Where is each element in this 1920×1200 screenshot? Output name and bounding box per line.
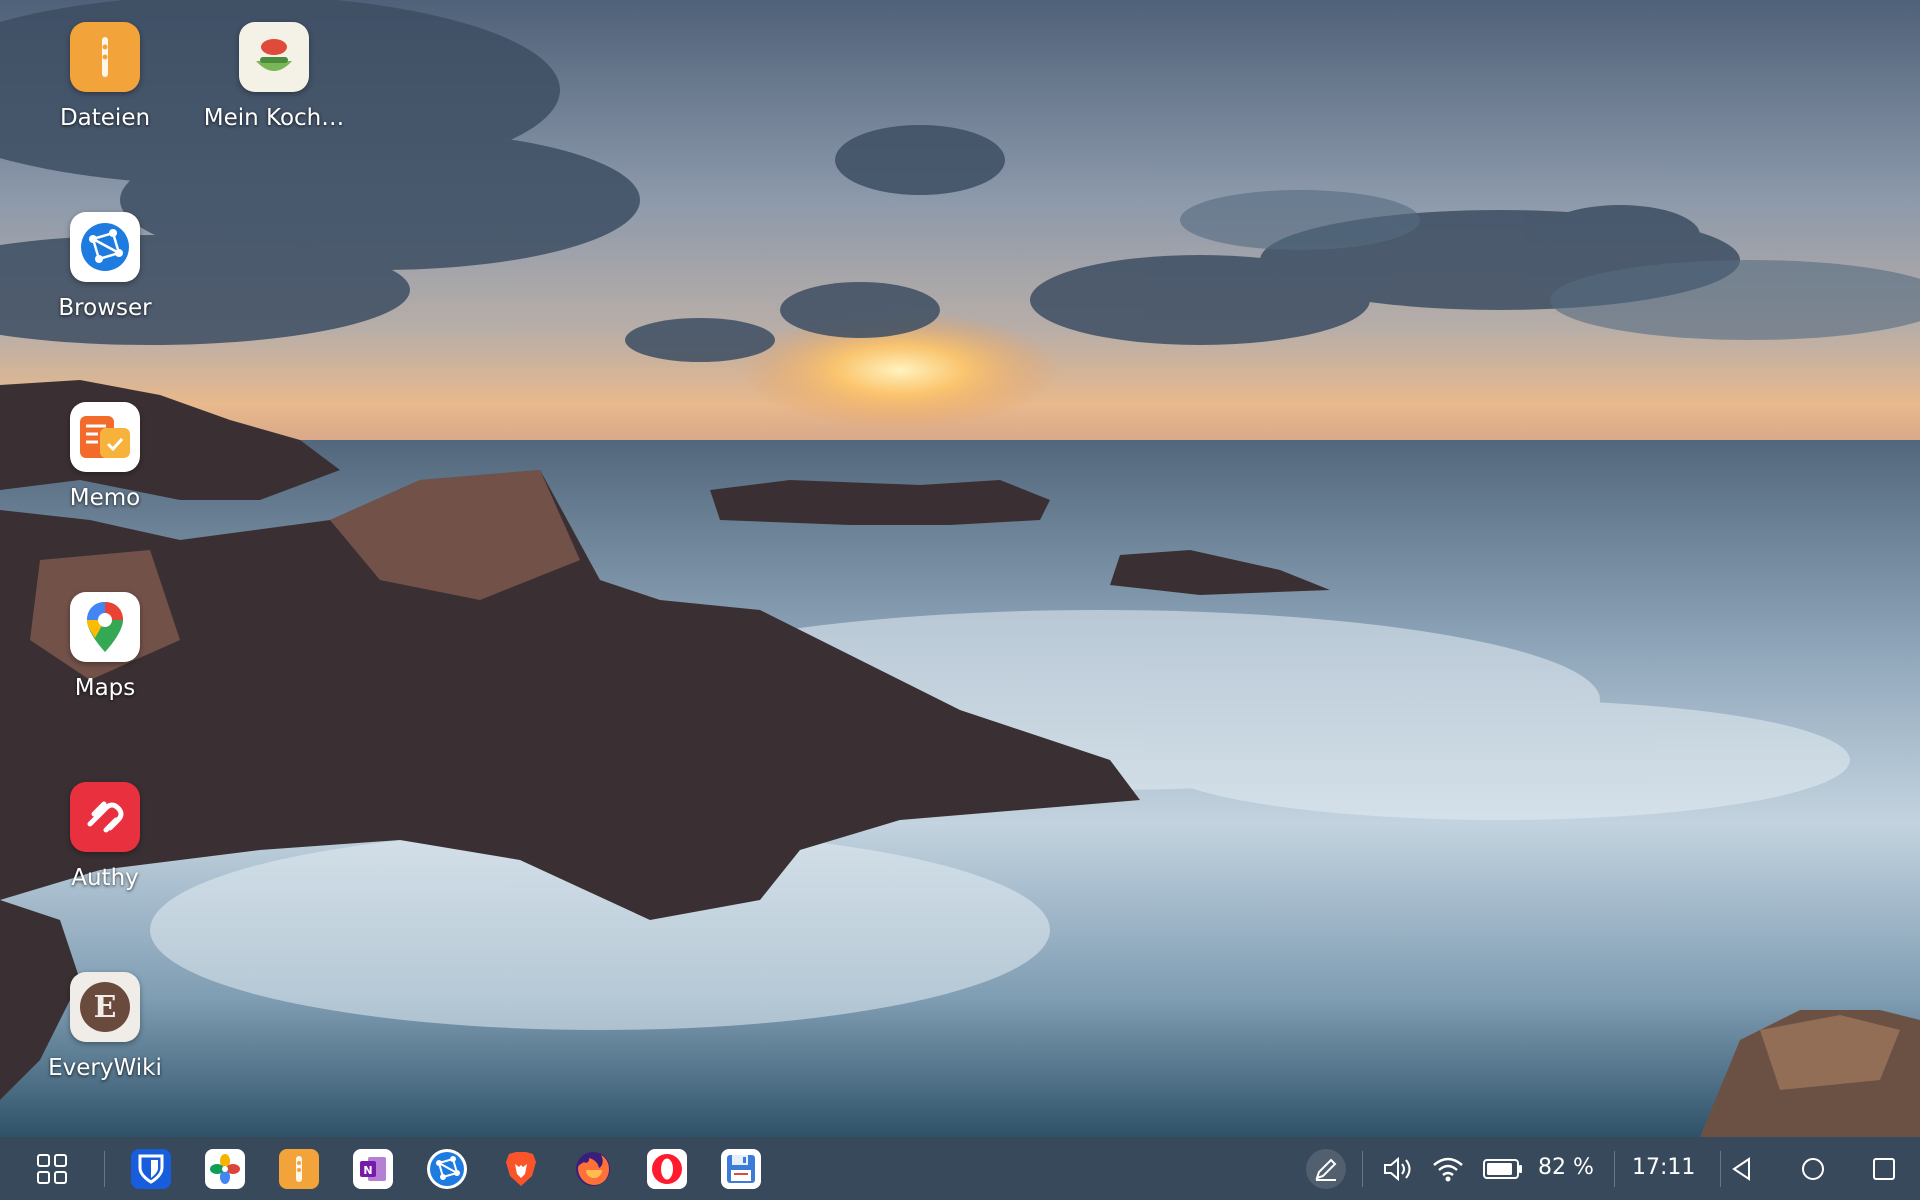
desktop-icon-label: Mein Koch… xyxy=(203,105,345,131)
svg-text:N: N xyxy=(363,1164,372,1177)
browser-globe-icon xyxy=(70,212,140,282)
firefox-app[interactable] xyxy=(573,1149,613,1189)
tray-divider xyxy=(1614,1151,1615,1187)
desktop-icon-memo[interactable]: Memo xyxy=(30,402,180,512)
back-triangle-icon[interactable] xyxy=(1722,1149,1762,1189)
cookbook-icon xyxy=(239,22,309,92)
wallpaper xyxy=(0,0,1920,1137)
desktop-icon-browser[interactable]: Browser xyxy=(30,212,180,322)
firefox-icon xyxy=(576,1152,610,1186)
svg-text:E: E xyxy=(94,990,117,1025)
wifi-icon[interactable] xyxy=(1428,1149,1468,1189)
opera-app[interactable] xyxy=(647,1149,687,1189)
battery-icon[interactable] xyxy=(1480,1149,1526,1189)
flower-icon xyxy=(210,1154,240,1184)
folder-icon xyxy=(70,22,140,92)
tray-divider xyxy=(1362,1151,1363,1187)
authy-icon xyxy=(70,782,140,852)
app-grid-icon[interactable] xyxy=(32,1149,72,1189)
taskbar: N 82 % 17:11 xyxy=(0,1137,1920,1200)
desktop-icon-label: Browser xyxy=(58,295,152,321)
opera-icon xyxy=(652,1154,682,1184)
save-app[interactable] xyxy=(721,1149,761,1189)
battery-percent: 82 % xyxy=(1538,1155,1594,1180)
desktop-icon-mein-kochbuch[interactable]: Mein Koch… xyxy=(199,22,349,132)
memo-icon xyxy=(70,402,140,472)
browser-app[interactable] xyxy=(427,1149,467,1189)
gallery-app[interactable] xyxy=(205,1149,245,1189)
everywiki-icon: E xyxy=(70,972,140,1042)
maps-pin-icon xyxy=(70,592,140,662)
volume-icon[interactable] xyxy=(1378,1149,1418,1189)
desktop-icon-label: Authy xyxy=(71,865,139,891)
tray-divider xyxy=(1720,1151,1721,1187)
desktop-icon-everywiki[interactable]: E EveryWiki xyxy=(30,972,180,1082)
desktop-icon-label: EveryWiki xyxy=(48,1055,162,1081)
brave-app[interactable] xyxy=(501,1149,541,1189)
lion-icon xyxy=(506,1152,536,1186)
clock[interactable]: 17:11 xyxy=(1632,1154,1695,1182)
shield-icon xyxy=(138,1154,164,1184)
desktop: Dateien Mein Koch… Browser Memo Maps Aut… xyxy=(0,0,1920,1137)
bitwarden-app[interactable] xyxy=(131,1149,171,1189)
desktop-icon-maps[interactable]: Maps xyxy=(30,592,180,702)
desktop-icon-label: Memo xyxy=(69,485,141,511)
recents-square-icon[interactable] xyxy=(1864,1149,1904,1189)
desktop-icon-label: Maps xyxy=(74,675,136,701)
taskbar-divider xyxy=(104,1151,105,1187)
pen-icon[interactable] xyxy=(1306,1149,1346,1189)
onenote-icon: N xyxy=(360,1157,386,1181)
desktop-icon-authy[interactable]: Authy xyxy=(30,782,180,892)
folder-icon xyxy=(296,1156,302,1182)
floppy-disk-icon xyxy=(727,1155,755,1183)
desktop-icon-dateien[interactable]: Dateien xyxy=(30,22,180,132)
onenote-app[interactable]: N xyxy=(353,1149,393,1189)
browser-globe-icon xyxy=(430,1152,464,1186)
home-circle-icon[interactable] xyxy=(1793,1149,1833,1189)
files-app[interactable] xyxy=(279,1149,319,1189)
desktop-icon-label: Dateien xyxy=(59,105,151,131)
